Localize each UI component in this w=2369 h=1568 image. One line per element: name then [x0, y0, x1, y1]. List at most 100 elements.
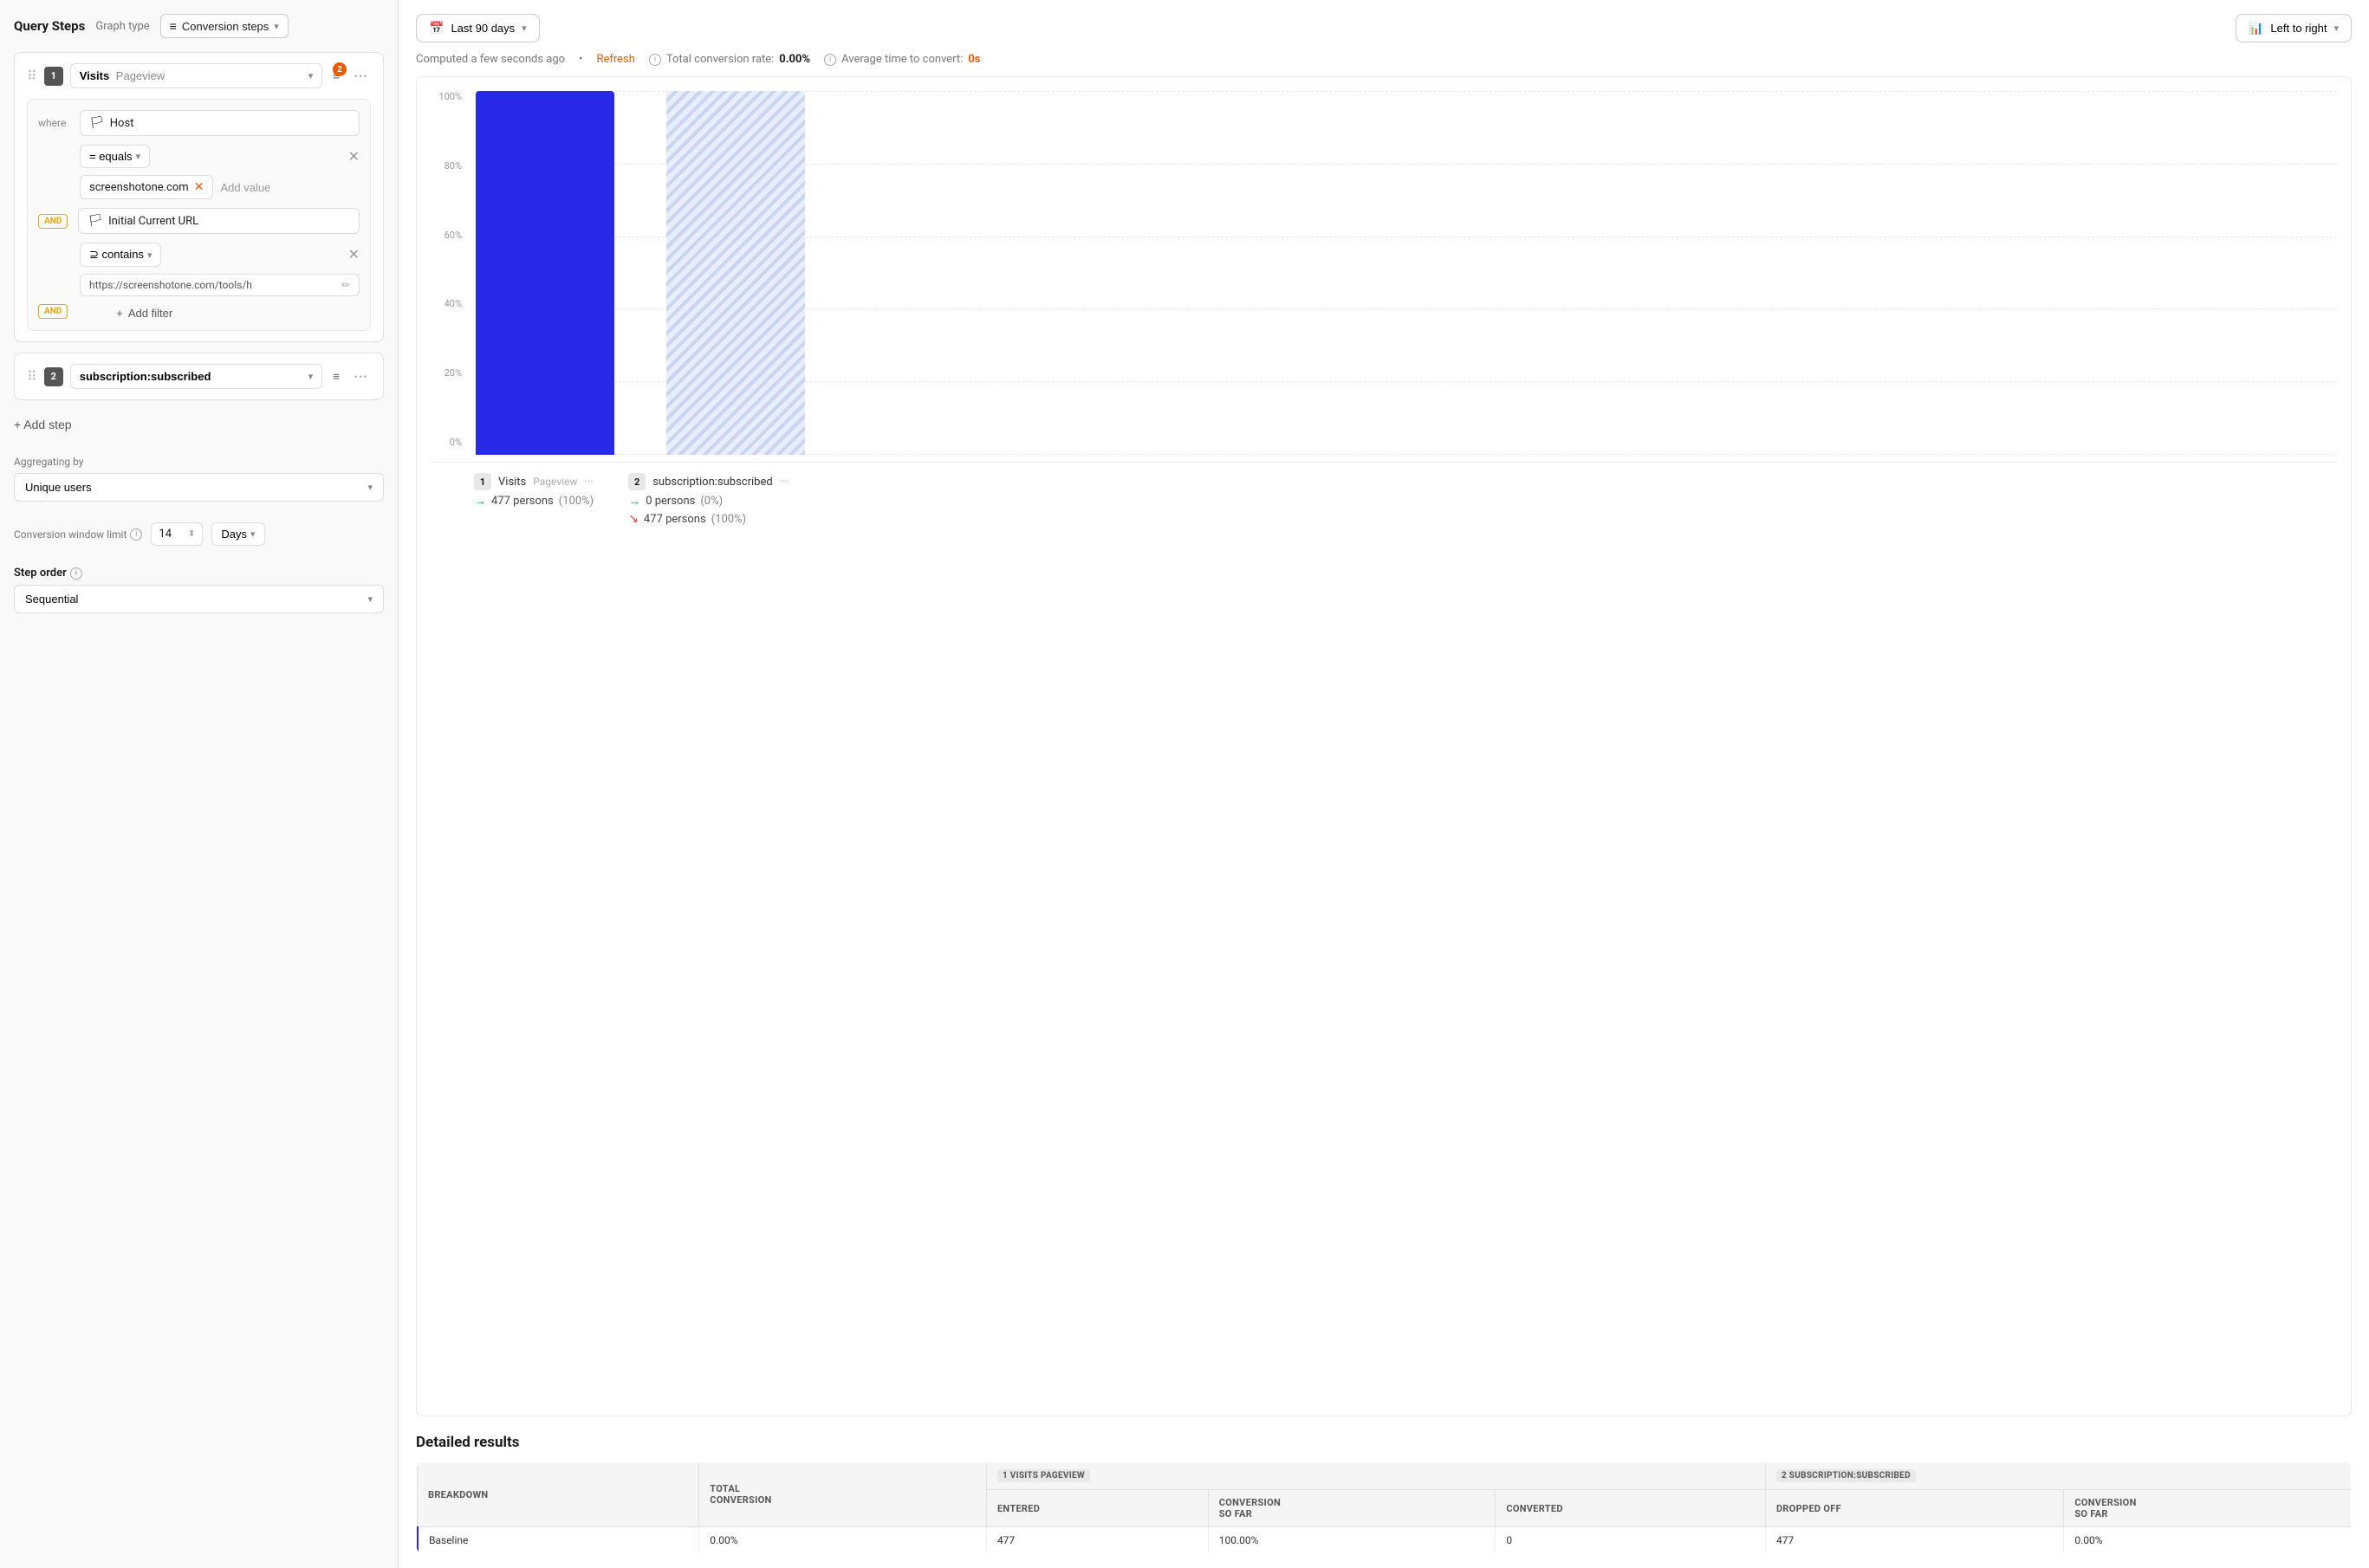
aggregating-dropdown[interactable]: Unique users ▾ — [14, 473, 384, 502]
filter1-property-row: where 🏳 Host — [38, 110, 360, 136]
conversion-window-unit: Days — [221, 528, 247, 541]
avg-time-value: 0s — [968, 53, 980, 66]
step2-filter-btn[interactable]: ≡ — [329, 366, 343, 386]
th-step2-group: 2 SUBSCRIPTION:SUBSCRIBED — [1765, 1462, 2351, 1490]
step-order-label: Step order i — [14, 567, 384, 580]
y-label-40: 40% — [445, 298, 462, 309]
y-label-100: 100% — [438, 91, 462, 102]
computed-text: Computed a few seconds ago — [416, 53, 565, 66]
legend-label-2: subscription:subscribed — [652, 476, 773, 489]
aggregating-section: Aggregating by Unique users ▾ — [14, 456, 384, 502]
filter1-value-text: screenshotone.com — [89, 181, 189, 194]
refresh-btn[interactable]: Refresh — [596, 53, 634, 66]
avg-time-stat: i Average time to convert: 0s — [824, 53, 980, 66]
unit-chevron-icon: ▾ — [250, 528, 256, 540]
y-label-80: 80% — [445, 160, 462, 172]
step1-event-dropdown[interactable]: Visits Pageview ▾ — [70, 63, 323, 88]
conversion-window-unit-dropdown[interactable]: Days ▾ — [211, 522, 264, 546]
td-entered: 477 — [986, 1527, 1208, 1554]
step1-more-btn[interactable]: ··· — [350, 65, 371, 87]
add-step-btn[interactable]: + Add step — [14, 411, 384, 438]
step1-drag-handle[interactable]: ⠿ — [27, 68, 37, 84]
filter1-value-remove-btn[interactable]: ✕ — [194, 180, 204, 194]
step1-label-main: Visits — [80, 69, 109, 82]
step2-filter-icon: ≡ — [333, 370, 340, 383]
th-total-conversion-group: TOTALCONVERSION — [699, 1462, 987, 1527]
filter1-add-value-btn[interactable]: Add value — [220, 181, 270, 194]
aggregating-chevron-icon: ▾ — [367, 482, 373, 493]
th-breakdown-group: BREAKDOWN — [418, 1462, 699, 1527]
bars-row — [476, 91, 2337, 455]
table-header-group-row: BREAKDOWN TOTALCONVERSION 1 VISITS PAGEV… — [418, 1462, 2352, 1490]
left-header: Query Steps Graph type ≡ Conversion step… — [14, 14, 384, 38]
date-range-chevron-icon: ▾ — [522, 23, 527, 34]
step2-event-dropdown[interactable]: subscription:subscribed ▾ — [70, 364, 323, 389]
legend-more-1[interactable]: ··· — [584, 476, 593, 489]
legend-more-2[interactable]: ··· — [780, 476, 789, 489]
th-dropped-off: DROPPED OFF — [1765, 1490, 2063, 1527]
filter2-property-icon: 🏳 — [88, 214, 103, 228]
chart-bars — [476, 91, 2337, 455]
graph-type-dropdown[interactable]: ≡ Conversion steps ▾ — [160, 14, 289, 38]
filter1-remove-btn[interactable]: ✕ — [348, 148, 360, 165]
query-steps-title: Query Steps — [14, 18, 85, 34]
stepper-icon: ⬍ — [188, 529, 195, 539]
filter1-condition-row: = equals ▾ ✕ — [80, 145, 360, 168]
filter1-condition-dropdown[interactable]: = equals ▾ — [80, 145, 150, 168]
legend-title-row-2: 2 subscription:subscribed ··· — [628, 473, 789, 490]
th-entered: ENTERED — [986, 1490, 1208, 1527]
step1-number: 1 — [44, 67, 63, 86]
arrow-green-icon-2: → — [628, 494, 640, 509]
direction-value: Left to right — [2270, 22, 2327, 35]
step1-row: ⠿ 1 Visits Pageview ▾ ≡ 2 ··· — [27, 63, 371, 88]
filter1-value-row: screenshotone.com ✕ Add value — [80, 175, 360, 199]
conversion-window-number-input[interactable]: 14 ⬍ — [151, 522, 203, 546]
filter2-remove-btn[interactable]: ✕ — [348, 246, 360, 263]
add-filter-btn[interactable]: + Add filter — [116, 307, 172, 320]
graph-type-icon: ≡ — [170, 19, 177, 33]
legend-pct-1: (100%) — [559, 495, 594, 508]
bullet-separator: • — [579, 53, 582, 66]
step-order-chevron-icon: ▾ — [367, 593, 373, 605]
step2-more-btn[interactable]: ··· — [350, 366, 371, 388]
edit-icon: ✏ — [341, 279, 350, 291]
step1-filter-btn[interactable]: ≡ 2 — [329, 66, 343, 86]
conversion-window-label: Conversion window limit i — [14, 528, 142, 541]
legend-stat-2a: → 0 persons (0%) — [628, 494, 789, 509]
legend-sub-1: Pageview — [533, 476, 577, 488]
th-step1-badge: 1 VISITS PAGEVIEW — [997, 1469, 1090, 1482]
conversion-window-row: Conversion window limit i 14 ⬍ Days ▾ — [14, 522, 384, 546]
bar1-solid — [476, 91, 614, 455]
add-filter-plus-icon: + — [116, 307, 123, 320]
td-total-conversion: 0.00% — [699, 1527, 987, 1554]
td-conversion-so-far-2: 0.00% — [2064, 1527, 2352, 1554]
filter2-url-input[interactable]: https://screenshotone.com/tools/h ✏ — [80, 274, 360, 296]
aggregating-value: Unique users — [25, 481, 92, 494]
legend-stat-2b: ↘ 477 persons (100%) — [628, 512, 789, 526]
step-order-dropdown[interactable]: Sequential ▾ — [14, 585, 384, 613]
filter2-property-dropdown[interactable]: 🏳 Initial Current URL — [78, 208, 360, 234]
right-header: 📅 Last 90 days ▾ 📊 Left to right ▾ — [416, 14, 2352, 42]
aggregating-label: Aggregating by — [14, 456, 384, 468]
th-converted: CONVERTED — [1496, 1490, 1766, 1527]
filter1-property-dropdown[interactable]: 🏳 Host — [80, 110, 360, 136]
info-icon: i — [130, 528, 142, 541]
where-label: where — [38, 117, 73, 129]
conversion-window-num: 14 — [159, 528, 172, 541]
chart-container: 100% 80% 60% 40% 20% 0% — [416, 76, 2352, 1416]
y-label-20: 20% — [445, 367, 462, 379]
total-conversion-value: 0.00% — [779, 53, 810, 66]
filter1-condition-value: = equals — [89, 150, 133, 163]
step2-drag-handle[interactable]: ⠿ — [27, 368, 37, 385]
filter2-property-name: Initial Current URL — [108, 215, 198, 228]
date-range-btn[interactable]: 📅 Last 90 days ▾ — [416, 14, 540, 42]
direction-btn[interactable]: 📊 Left to right ▾ — [2236, 14, 2352, 42]
step1-filter-badge: 2 — [333, 62, 347, 76]
bar1-item — [476, 91, 614, 455]
total-conversion-stat: i Total conversion rate: 0.00% — [649, 53, 810, 66]
table-body: Baseline 0.00% 477 100.00% 0 477 0.00% — [418, 1527, 2352, 1554]
legend-converted-2: 0 persons — [646, 495, 695, 508]
right-panel: 📅 Last 90 days ▾ 📊 Left to right ▾ Compu… — [399, 0, 2369, 1568]
filter2-condition-dropdown[interactable]: ⊇ contains ▾ — [80, 243, 161, 267]
add-filter-row: AND + Add filter — [38, 303, 360, 320]
